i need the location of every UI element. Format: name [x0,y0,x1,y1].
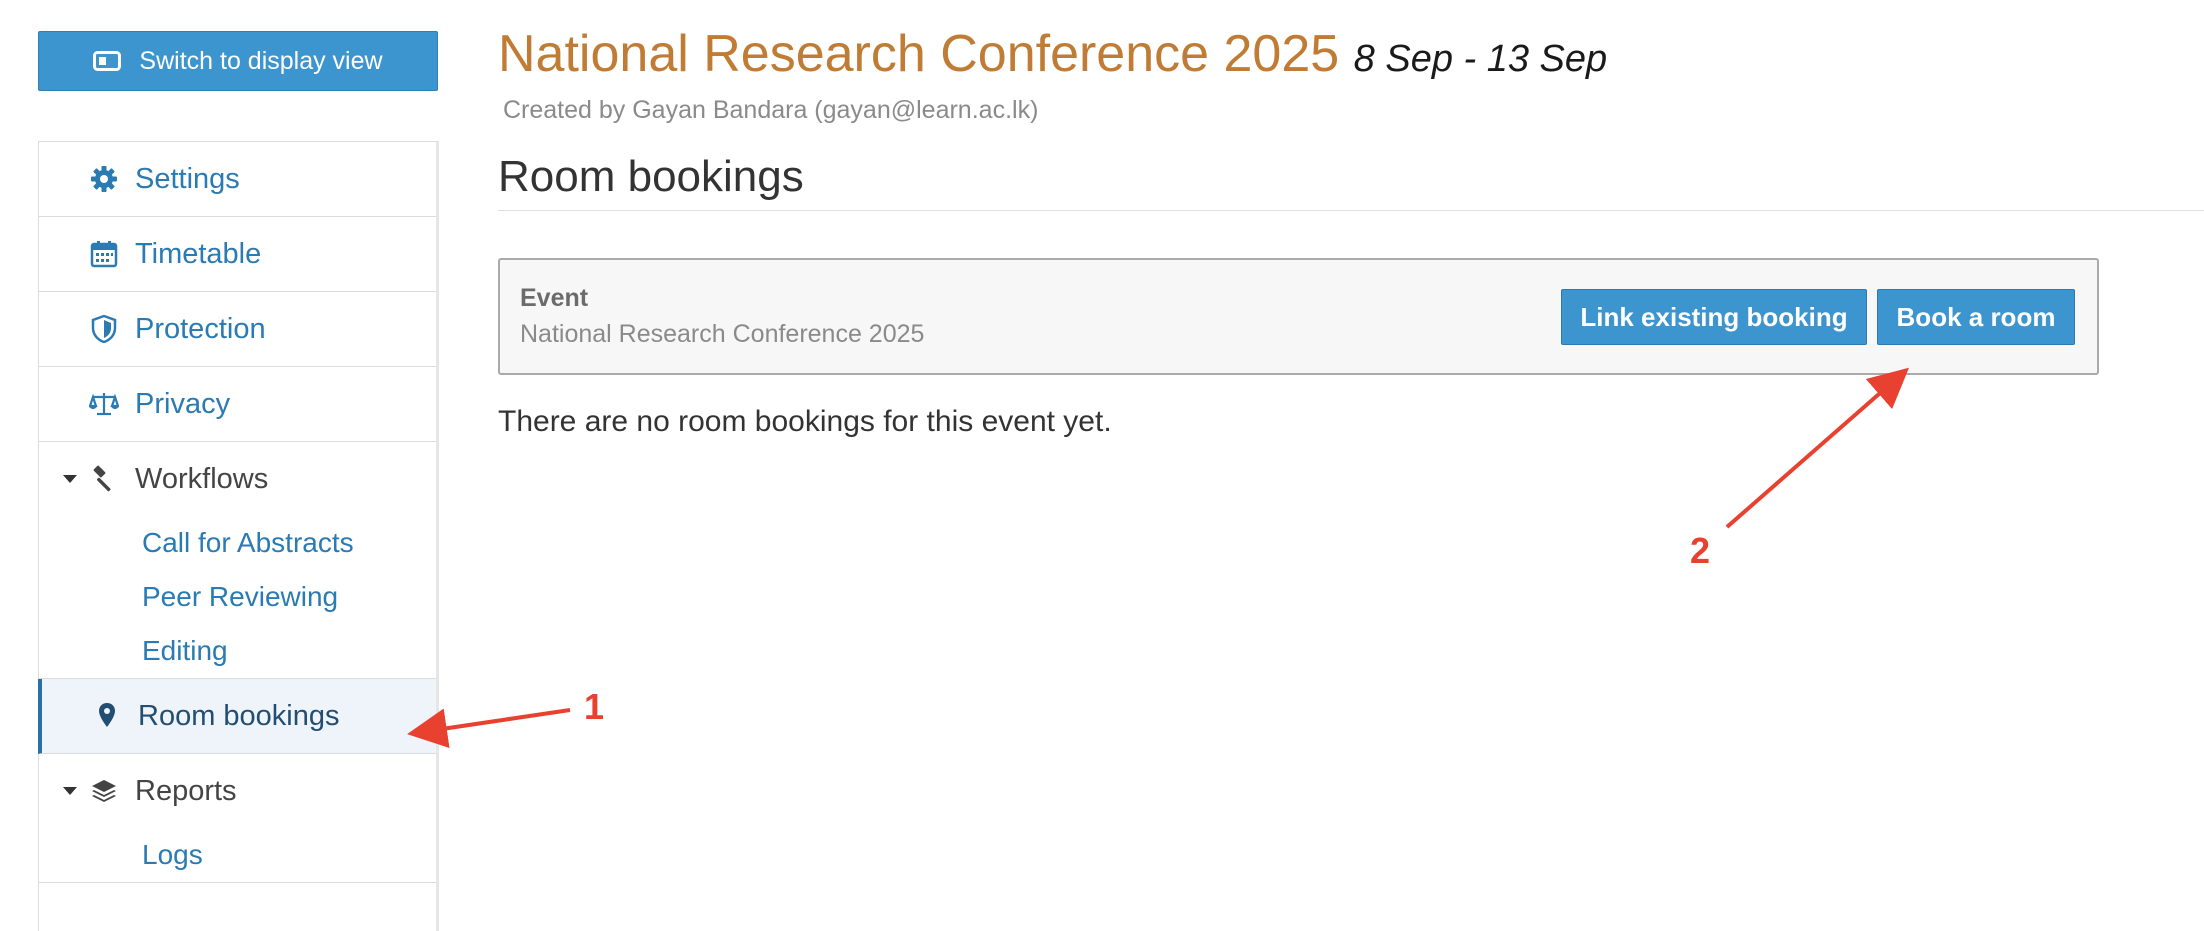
sidebar-group-label: Workflows [135,462,269,495]
sidebar-item-label: Timetable [135,237,262,270]
event-name: National Research Conference 2025 [520,320,925,348]
sidebar-item-logs[interactable]: Logs [39,828,436,882]
gear-icon [89,164,119,194]
scales-icon [89,389,119,419]
shield-icon [89,314,119,344]
event-dates: 8 Sep - 13 Sep [1353,38,1608,80]
caret-down-icon [63,787,77,795]
sidebar-item-privacy[interactable]: Privacy [39,367,436,442]
sidebar-item-room-bookings[interactable]: Room bookings [38,679,436,754]
gavel-icon [89,464,119,494]
sidebar-group-workflows: Workflows Call for Abstracts Peer Review… [39,442,436,679]
link-existing-booking-button[interactable]: Link existing booking [1561,289,1867,345]
caret-down-icon [63,475,77,483]
annotation-number-2: 2 [1690,530,1711,571]
display-view-icon [93,51,122,71]
map-pin-icon [92,701,122,731]
event-label: Event [520,284,589,312]
sidebar-group-reports: Reports Logs [39,754,436,883]
layers-icon [89,776,119,806]
sidebar-item-workflows[interactable]: Workflows [39,442,436,516]
page-title: Room bookings [498,152,804,201]
calendar-icon [89,239,119,269]
annotation-arrow-2 [1725,367,1910,529]
title-divider [498,210,2204,211]
sidebar-item-peer-reviewing[interactable]: Peer Reviewing [39,570,436,624]
event-info-box: Event National Research Conference 2025 … [498,258,2099,375]
sidebar-item-label: Settings [135,162,240,195]
annotation-number-1: 1 [584,686,605,727]
sidebar-group-label: Reports [135,774,237,807]
sidebar-item-settings[interactable]: Settings [39,142,436,217]
sidebar-item-label: Room bookings [138,699,340,732]
sidebar-item-reports[interactable]: Reports [39,754,436,828]
sidebar-item-protection[interactable]: Protection [39,292,436,367]
switch-to-display-view-button[interactable]: Switch to display view [38,31,438,91]
sidebar-item-label: Privacy [135,387,231,420]
sidebar-item-editing[interactable]: Editing [39,624,436,678]
sidebar-item-label: Protection [135,312,266,345]
created-by-text: Created by Gayan Bandara (gayan@learn.ac… [503,96,1039,124]
sidebar-item-call-for-abstracts[interactable]: Call for Abstracts [39,516,436,570]
event-title[interactable]: National Research Conference 2025 [498,25,1339,83]
event-header: National Research Conference 2025 8 Sep … [498,24,1607,84]
book-a-room-button[interactable]: Book a room [1877,289,2075,345]
switch-button-label: Switch to display view [139,46,383,75]
sidebar-item-timetable[interactable]: Timetable [39,217,436,292]
empty-state-message: There are no room bookings for this even… [498,405,1112,438]
sidebar-menu: Settings Timetable Protection Privacy Wo… [38,141,439,931]
